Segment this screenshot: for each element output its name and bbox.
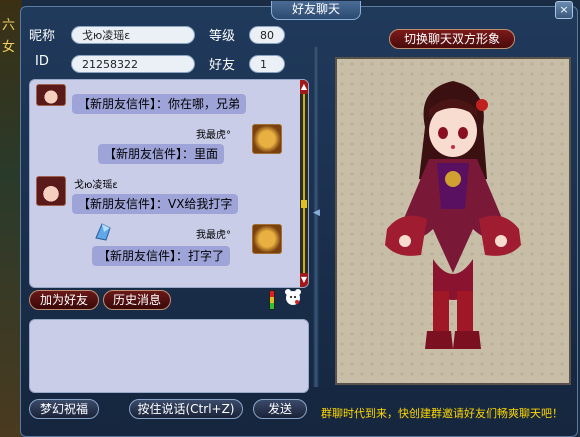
history-button[interactable]: 历史消息 — [103, 290, 171, 310]
background-char: 女 — [2, 40, 16, 55]
hold-to-talk-button[interactable]: 按住说话(Ctrl+Z) — [129, 399, 243, 419]
scroll-up-icon[interactable]: ▲ — [300, 80, 308, 94]
group-chat-notice: 群聊时代到来，快创建群邀请好友们畅爽聊天吧！ — [321, 407, 563, 420]
avatar-tiger — [252, 224, 282, 254]
friend-chat-window: 好友聊天 × 昵称 戈ю凌瑶ε 等级 80 ID 21258322 好友 1 切… — [20, 1, 578, 437]
avatar-girl — [36, 176, 66, 206]
chat-history-panel[interactable]: 【新朋友信件】：你在哪，兄弟 我最虎° 【新朋友信件】：里面 戈ю凌瑶ε 【新朋… — [29, 79, 309, 288]
close-button[interactable]: × — [555, 1, 573, 19]
dream-wish-button[interactable]: 梦幻祝福 — [29, 399, 99, 419]
crystal-icon — [95, 223, 111, 241]
emoji-icon[interactable] — [283, 287, 303, 307]
switch-appearance-button[interactable]: 切换聊天双方形象 — [389, 29, 515, 49]
scroll-down-icon[interactable]: ▼ — [300, 273, 308, 287]
chat-message: 【新朋友信件】：打字了 — [92, 246, 231, 266]
sender-name: 我最虎° — [196, 230, 231, 241]
scroll-thumb[interactable] — [301, 200, 307, 208]
signal-meter-icon — [269, 290, 275, 310]
sender-name: 戈ю凌瑶ε — [74, 180, 118, 191]
collapse-arrow-icon[interactable]: ◀ — [313, 203, 320, 223]
friendship-label: 好友 — [209, 58, 236, 73]
chat-scrollbar[interactable]: ▲ ▼ — [300, 80, 308, 287]
chat-message: 【新朋友信件】：VX给我打字 — [72, 194, 239, 214]
chat-message: 【新朋友信件】：里面 — [98, 144, 225, 164]
message-input[interactable] — [29, 319, 309, 393]
window-title: 好友聊天 — [271, 1, 361, 20]
avatar-tiger — [252, 124, 282, 154]
character-figure — [385, 81, 521, 349]
add-friend-button[interactable]: 加为好友 — [29, 290, 99, 310]
nickname-label: 昵称 — [29, 29, 56, 44]
background-char: 六 — [2, 18, 16, 33]
chat-message: 【新朋友信件】：你在哪，兄弟 — [72, 94, 247, 114]
friendship-field: 1 — [249, 55, 285, 73]
id-field: 21258322 — [71, 55, 195, 73]
send-button[interactable]: 发送 — [253, 399, 307, 419]
nickname-field: 戈ю凌瑶ε — [71, 26, 195, 44]
scroll-track[interactable] — [303, 94, 305, 273]
level-label: 等级 — [209, 29, 236, 44]
background-strip: 六 女 — [0, 0, 22, 437]
sender-name: 我最虎° — [196, 130, 231, 141]
id-label: ID — [35, 54, 49, 69]
level-field: 80 — [249, 26, 285, 44]
character-portrait — [335, 57, 571, 385]
avatar-girl — [36, 84, 66, 106]
